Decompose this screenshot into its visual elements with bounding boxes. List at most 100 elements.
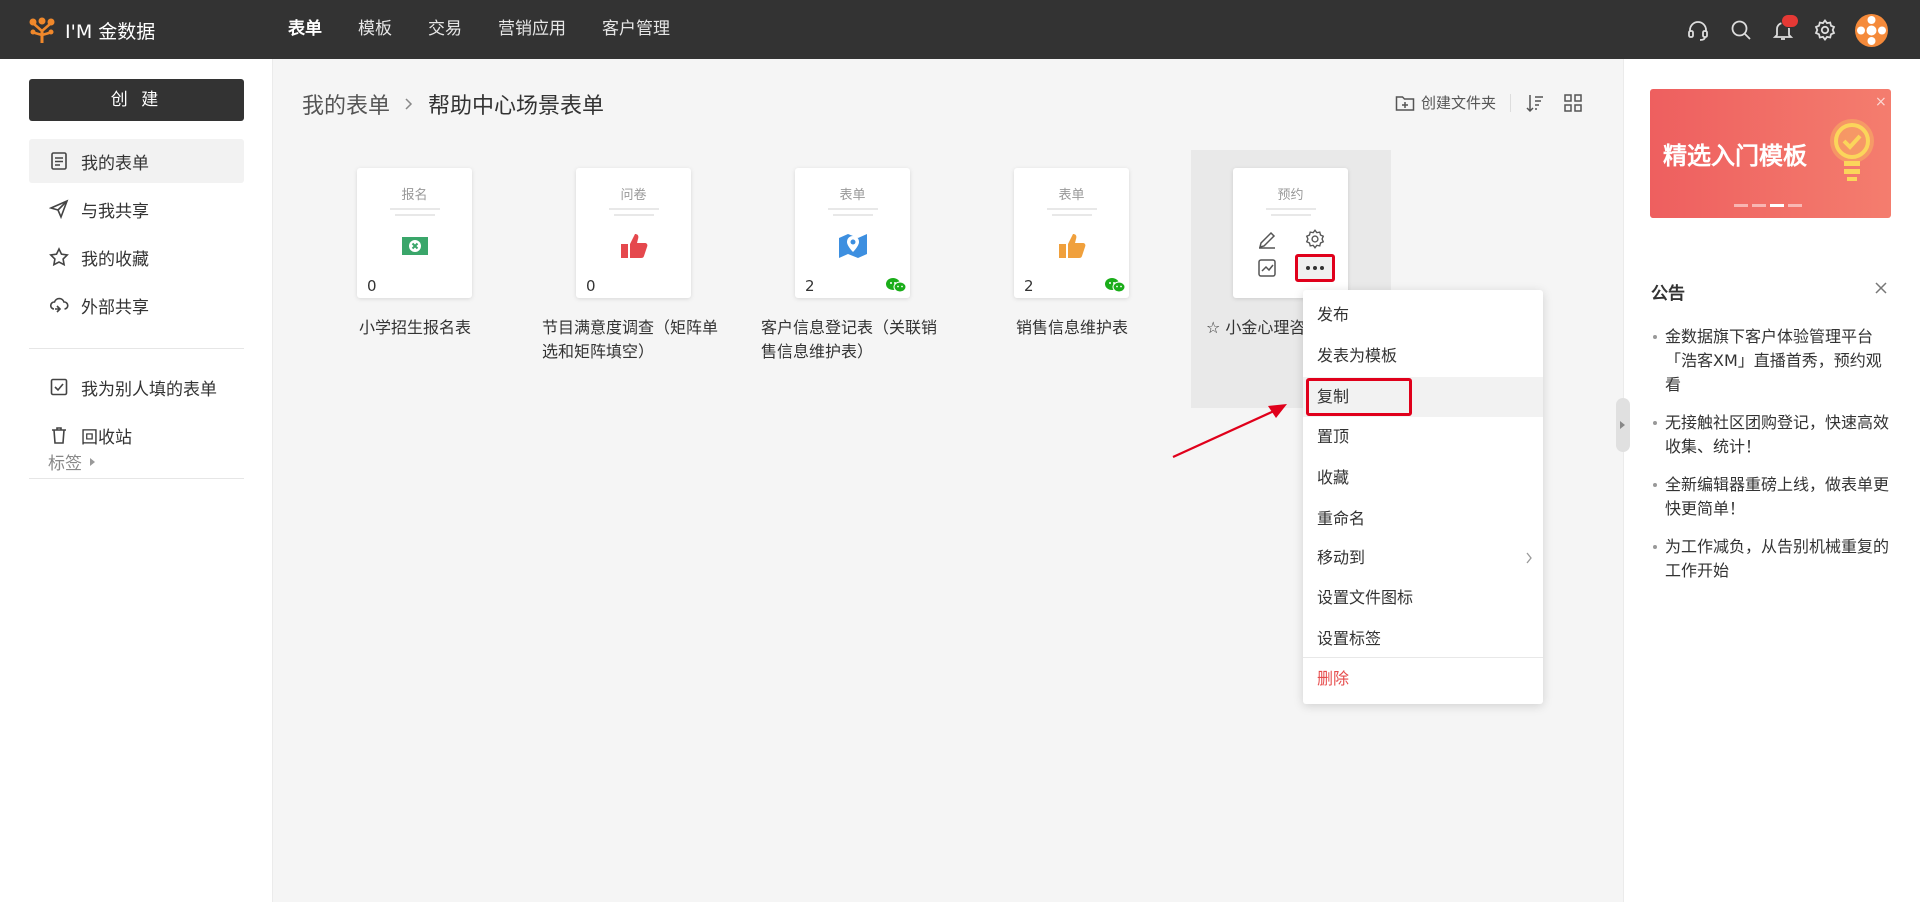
form-type: 预约 <box>1277 188 1304 203</box>
nav-transactions[interactable]: 交易 <box>428 0 462 59</box>
gear-icon[interactable] <box>1813 18 1837 42</box>
create-folder-button[interactable]: 创建文件夹 <box>1395 92 1496 113</box>
form-card[interactable]: 问卷 0 <box>576 168 691 298</box>
response-count: 0 <box>367 277 377 295</box>
notice-title: 公告 <box>1651 284 1685 304</box>
wechat-icon <box>886 278 907 293</box>
menu-item-delete[interactable]: 删除 <box>1303 659 1543 699</box>
menu-divider <box>1303 657 1543 658</box>
menu-item-set-file-icon[interactable]: 设置文件图标 <box>1303 578 1543 618</box>
tags-toggle[interactable]: 标签 <box>48 449 95 474</box>
template-banner[interactable]: 精选入门模板 × <box>1650 89 1891 218</box>
create-folder-label: 创建文件夹 <box>1421 94 1497 112</box>
menu-item-favorite[interactable]: 收藏 <box>1303 458 1543 498</box>
close-icon[interactable] <box>1873 280 1889 296</box>
wechat-icon <box>1105 278 1126 293</box>
avatar-image-icon <box>1855 14 1888 47</box>
response-count: 2 <box>805 277 815 295</box>
breadcrumb: 我的表单 帮助中心场景表单 <box>302 88 604 120</box>
response-count: 0 <box>586 277 596 295</box>
form-title[interactable]: ☆ 小金心理咨 <box>1191 316 1311 340</box>
form-title[interactable]: 小学招生报名表 <box>315 316 515 340</box>
context-menu: 发布 发表为模板 复制 置顶 收藏 重命名 移动到 设置文件图标 设置标签 删除 <box>1303 290 1543 704</box>
menu-item-label: 移动到 <box>1317 548 1366 567</box>
toolbar: 创建文件夹 <box>1395 92 1583 113</box>
form-title[interactable]: 客户信息登记表（关联销售信息维护表） <box>753 316 953 364</box>
search-icon[interactable] <box>1729 18 1753 42</box>
form-card[interactable]: 报名 0 <box>357 168 472 298</box>
thumbs-up-icon <box>1059 234 1086 258</box>
thumbs-up-icon <box>621 234 648 258</box>
sidebar-item-label: 回收站 <box>81 427 132 448</box>
cloud-share-icon <box>49 297 69 313</box>
form-type: 表单 <box>839 188 866 203</box>
notice-item[interactable]: 金数据旗下客户体验管理平台「浩客XM」直播首秀，预约观看 <box>1651 325 1891 397</box>
toolbar-divider <box>1510 93 1512 112</box>
menu-item-copy[interactable]: 复制 <box>1303 377 1543 417</box>
notice-item[interactable]: 全新编辑器重磅上线，做表单更快更简单！ <box>1651 473 1891 521</box>
map-pin-icon <box>839 234 867 258</box>
form-type: 报名 <box>401 188 428 203</box>
sidebar-item-shared-with-me[interactable]: 与我共享 <box>29 187 244 231</box>
logo[interactable]: I'M 金数据 <box>27 15 155 45</box>
top-navbar: I'M 金数据 表单 模板 交易 营销应用 客户管理 <box>0 0 1920 59</box>
form-item: 表单 2 销售信息维护表 <box>972 150 1172 408</box>
statistics-chart-icon[interactable] <box>1256 257 1278 279</box>
avatar[interactable] <box>1855 14 1888 47</box>
response-count: 2 <box>1024 277 1034 295</box>
form-type: 表单 <box>1058 188 1085 203</box>
banner-close-icon[interactable]: × <box>1875 94 1887 110</box>
menu-item-rename[interactable]: 重命名 <box>1303 499 1543 539</box>
notification-badge <box>1781 14 1799 28</box>
sidebar-item-external-share[interactable]: 外部共享 <box>29 283 244 327</box>
chevron-right-icon <box>1526 552 1532 564</box>
sidebar-item-label: 我为别人填的表单 <box>81 379 217 400</box>
nav-templates[interactable]: 模板 <box>358 0 392 59</box>
star-icon <box>49 247 69 267</box>
trash-icon <box>52 427 66 444</box>
create-button[interactable]: 创 建 <box>29 79 244 121</box>
main-nav: 表单 模板 交易 营销应用 客户管理 <box>288 0 706 59</box>
sidebar-item-my-forms[interactable]: 我的表单 <box>29 139 244 183</box>
form-title[interactable]: 销售信息维护表 <box>972 316 1172 340</box>
grid-view-icon[interactable] <box>1563 93 1583 113</box>
form-title[interactable]: 节目满意度调查（矩阵单选和矩阵填空） <box>534 316 734 364</box>
form-card[interactable]: 表单 2 <box>795 168 910 298</box>
menu-item-publish-as-template[interactable]: 发表为模板 <box>1303 336 1543 376</box>
menu-item-publish[interactable]: 发布 <box>1303 295 1543 335</box>
sort-icon[interactable] <box>1525 93 1545 113</box>
tags-label: 标签 <box>48 454 82 474</box>
carousel-dots <box>1734 204 1806 207</box>
caret-right-icon <box>90 457 95 466</box>
breadcrumb-current: 帮助中心场景表单 <box>428 94 605 119</box>
left-sidebar: 创 建 我的表单 与我共享 我的收藏 外部共享 我为别人填的表单 回收站 <box>0 59 273 902</box>
checkbox-icon <box>50 378 68 396</box>
sidebar-item-favorites[interactable]: 我的收藏 <box>29 235 244 279</box>
collapse-panel-handle[interactable] <box>1616 398 1630 452</box>
more-actions-button[interactable] <box>1295 254 1335 282</box>
sidebar-item-label: 我的表单 <box>81 153 149 174</box>
notice-item[interactable]: 为工作减负，从告别机械重复的工作开始 <box>1651 535 1891 583</box>
breadcrumb-root[interactable]: 我的表单 <box>302 88 390 120</box>
sidebar-item-label: 外部共享 <box>81 297 149 318</box>
menu-item-set-tags[interactable]: 设置标签 <box>1303 619 1543 659</box>
form-item: 问卷 0 节目满意度调查（矩阵单选和矩阵填空） <box>534 150 734 408</box>
headset-icon[interactable] <box>1686 18 1710 42</box>
menu-item-pin-top[interactable]: 置顶 <box>1303 417 1543 457</box>
sidebar-item-label: 与我共享 <box>81 201 149 222</box>
sidebar-item-filled-for-others[interactable]: 我为别人填的表单 <box>29 365 244 409</box>
brand-name: I'M 金数据 <box>65 20 156 43</box>
notice-item[interactable]: 无接触社区团购登记，快速高效收集、统计！ <box>1651 411 1891 459</box>
sidebar-divider <box>29 478 244 479</box>
paper-plane-icon <box>49 199 69 219</box>
settings-gear-icon[interactable] <box>1304 228 1326 250</box>
nav-customers[interactable]: 客户管理 <box>602 0 670 59</box>
menu-item-move-to[interactable]: 移动到 <box>1303 538 1543 578</box>
sidebar-divider <box>29 348 244 349</box>
form-item: 表单 2 客户信息登记表（关联销售信息维护表） <box>753 150 953 408</box>
edit-pencil-icon[interactable] <box>1256 229 1278 251</box>
chevron-right-icon <box>405 98 413 110</box>
form-card[interactable]: 表单 2 <box>1014 168 1129 298</box>
nav-forms[interactable]: 表单 <box>288 0 322 59</box>
nav-marketing[interactable]: 营销应用 <box>498 0 566 59</box>
